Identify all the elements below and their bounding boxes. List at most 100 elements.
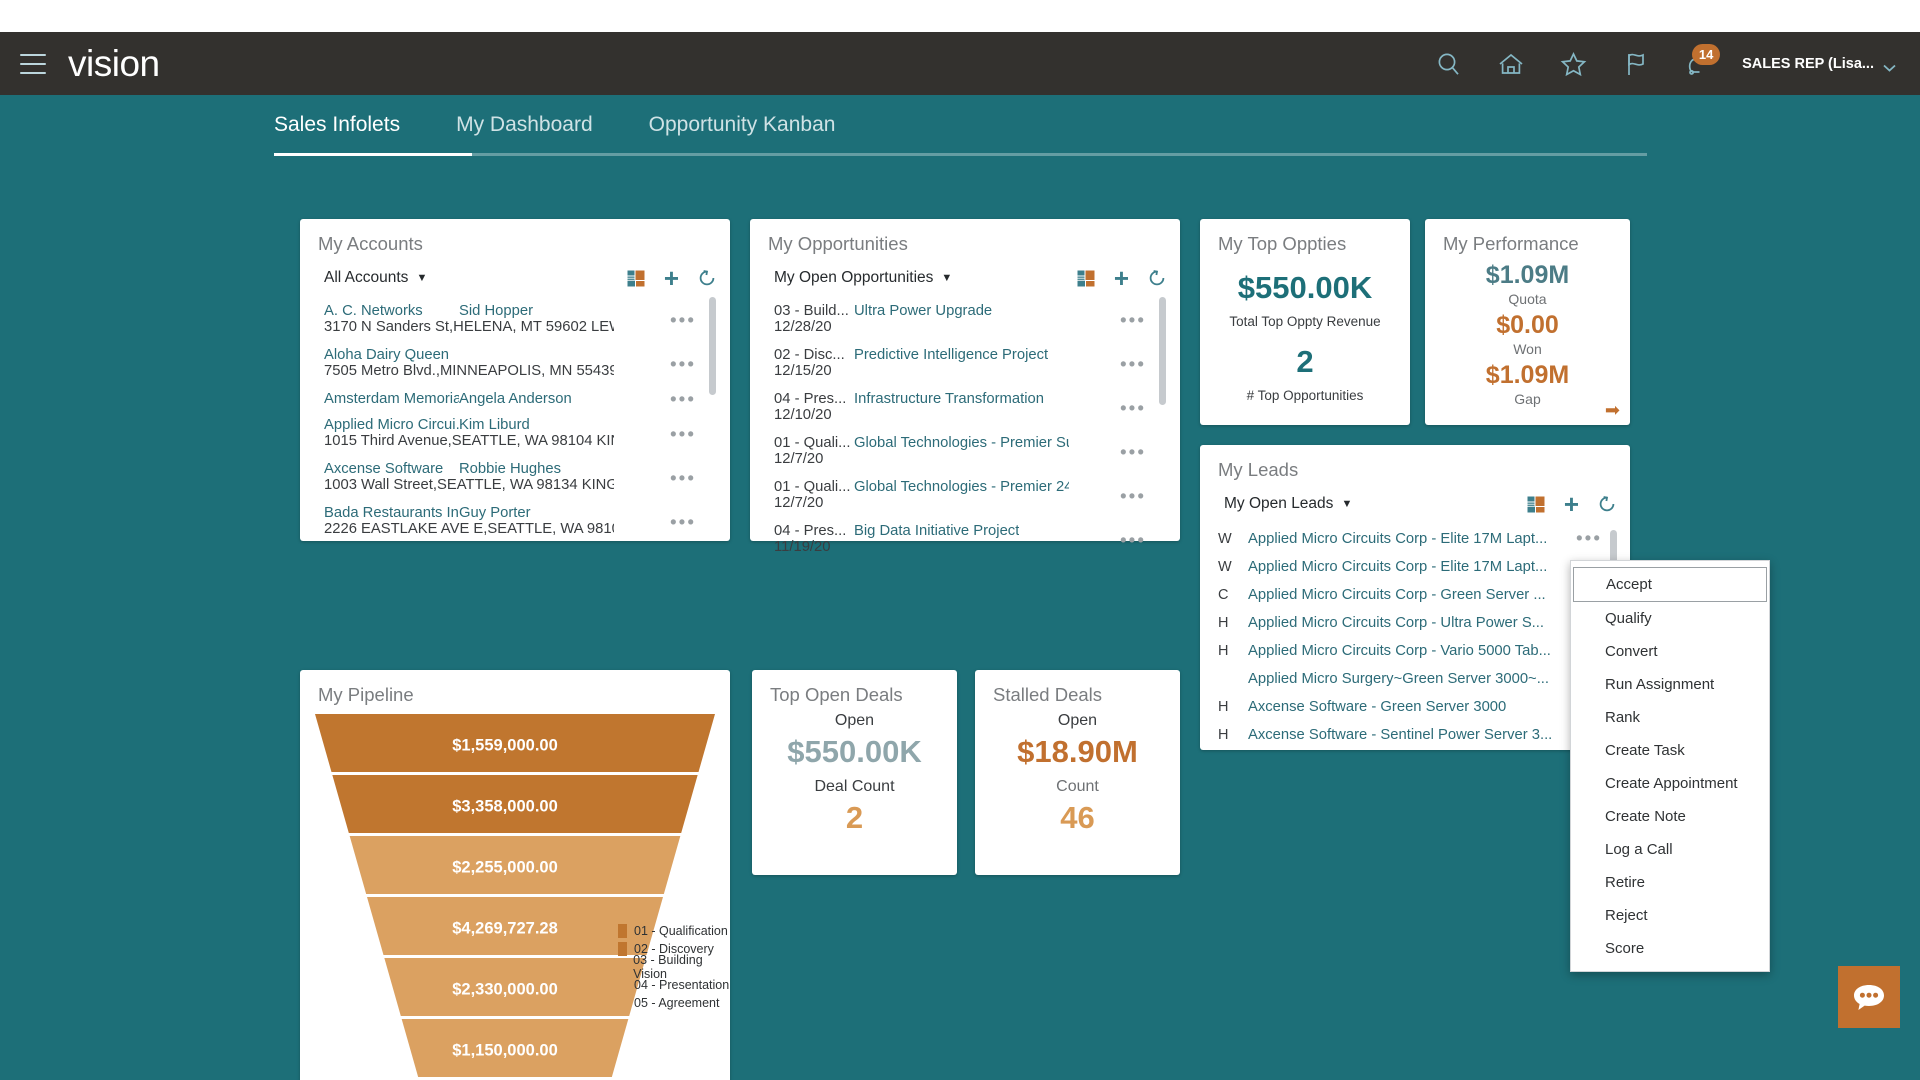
list-item[interactable]: HApplied Micro Circuits Corp - Vario 500… xyxy=(1200,637,1630,665)
brand-logo[interactable]: vision xyxy=(68,45,160,82)
list-item[interactable]: HApplied Micro Circuits Corp - Ultra Pow… xyxy=(1200,609,1630,637)
list-item[interactable]: HAxcense Software - Green Server 3000 xyxy=(1200,693,1630,721)
menu-item-create-appointment[interactable]: Create Appointment xyxy=(1571,767,1769,800)
refresh-icon[interactable] xyxy=(1598,495,1616,513)
list-item[interactable]: HAxcense Software - Sentinel Power Serve… xyxy=(1200,721,1630,749)
opportunity-name[interactable]: Ultra Power Upgrade xyxy=(854,303,992,319)
account-contact[interactable]: Kim Liburd xyxy=(459,417,530,433)
row-actions-icon[interactable]: ••• xyxy=(670,429,696,440)
opportunity-name[interactable]: Global Technologies - Premier 24/... xyxy=(854,479,1069,495)
menu-item-log-a-call[interactable]: Log a Call xyxy=(1571,833,1769,866)
table-row[interactable]: A. C. NetworksSid Hopper3170 N Sanders S… xyxy=(300,299,730,343)
my-performance-card[interactable]: My Performance $1.09M Quota $0.00 Won $1… xyxy=(1425,219,1630,425)
account-name[interactable]: Aloha Dairy Queen xyxy=(324,347,459,363)
row-actions-icon[interactable]: ••• xyxy=(1120,359,1146,370)
chat-bubble-icon[interactable] xyxy=(1838,966,1900,1028)
menu-item-rank[interactable]: Rank xyxy=(1571,701,1769,734)
account-name[interactable]: Applied Micro Circui... xyxy=(324,417,459,433)
table-row[interactable]: Applied Micro Circui...Kim Liburd1015 Th… xyxy=(300,413,730,457)
table-row[interactable]: Bada Restaurants IncGuy Porter2226 EASTL… xyxy=(300,501,730,545)
my-accounts-scrollbar[interactable] xyxy=(709,297,716,395)
table-row[interactable]: 04 - Pres...12/10/20Infrastructure Trans… xyxy=(750,387,1180,431)
notifications-icon[interactable]: 14 xyxy=(1666,32,1728,95)
lead-name[interactable]: Applied Micro Circuits Corp - Elite 17M … xyxy=(1248,531,1547,547)
lead-name[interactable]: Applied Micro Circuits Corp - Elite 17M … xyxy=(1248,559,1547,575)
lead-name[interactable]: Axcense Software - Sentinel Power Server… xyxy=(1248,727,1552,743)
add-icon[interactable]: + xyxy=(664,265,679,291)
list-item[interactable]: Applied Micro Surgery~Green Server 3000~… xyxy=(1200,665,1630,693)
my-top-oppties-card[interactable]: My Top Oppties $550.00K Total Top Oppty … xyxy=(1200,219,1410,425)
my-accounts-filter-select[interactable]: All Accounts ▼ xyxy=(324,269,427,287)
lead-name[interactable]: Applied Micro Circuits Corp - Vario 5000… xyxy=(1248,643,1551,659)
menu-item-accept[interactable]: Accept xyxy=(1573,567,1767,602)
my-leads-filter-select[interactable]: My Open Leads ▼ xyxy=(1224,495,1352,513)
legend-item[interactable]: 04 - Presentation xyxy=(618,978,730,992)
list-item[interactable]: CApplied Micro Circuits Corp - Green Ser… xyxy=(1200,581,1630,609)
menu-item-score[interactable]: Score xyxy=(1571,932,1769,965)
row-actions-icon[interactable]: ••• xyxy=(670,394,696,405)
row-actions-icon[interactable]: ••• xyxy=(670,359,696,370)
row-actions-icon[interactable]: ••• xyxy=(1576,533,1602,544)
table-row[interactable]: 02 - Disc...12/15/20Predictive Intellige… xyxy=(750,343,1180,387)
menu-item-convert[interactable]: Convert xyxy=(1571,635,1769,668)
lead-name[interactable]: Applied Micro Circuits Corp - Green Serv… xyxy=(1248,587,1546,603)
add-icon[interactable]: + xyxy=(1114,265,1129,291)
table-row[interactable]: Aloha Dairy Queen7505 Metro Blvd.,MINNEA… xyxy=(300,343,730,387)
row-actions-icon[interactable]: ••• xyxy=(1120,491,1146,502)
menu-item-create-task[interactable]: Create Task xyxy=(1571,734,1769,767)
account-name[interactable]: Bada Restaurants Inc xyxy=(324,505,459,521)
opportunity-name[interactable]: Infrastructure Transformation xyxy=(854,391,1044,407)
row-actions-icon[interactable]: ••• xyxy=(1120,535,1146,546)
legend-item[interactable]: 03 - Building Vision xyxy=(618,960,730,974)
top-open-deals-card[interactable]: Top Open Deals Open $550.00K Deal Count … xyxy=(752,670,957,875)
row-actions-icon[interactable]: ••• xyxy=(670,315,696,326)
table-row[interactable]: 03 - Build...12/28/20Ultra Power Upgrade… xyxy=(750,299,1180,343)
account-name[interactable]: A. C. Networks xyxy=(324,303,459,319)
refresh-icon[interactable] xyxy=(1148,269,1166,287)
opportunity-name[interactable]: Predictive Intelligence Project xyxy=(854,347,1048,363)
row-actions-icon[interactable]: ••• xyxy=(670,517,696,528)
menu-item-run-assignment[interactable]: Run Assignment xyxy=(1571,668,1769,701)
account-name[interactable]: Amsterdam Memorial xyxy=(324,391,459,407)
table-row[interactable]: Amsterdam MemorialAngela Anderson ••• xyxy=(300,387,730,413)
table-row[interactable]: 01 - Quali...12/7/20Global Technologies … xyxy=(750,475,1180,519)
stalled-deals-card[interactable]: Stalled Deals Open $18.90M Count 46 xyxy=(975,670,1180,875)
tab-my-dashboard[interactable]: My Dashboard xyxy=(456,113,593,153)
opportunity-name[interactable]: Global Technologies - Premier Su... xyxy=(854,435,1069,451)
add-icon[interactable]: + xyxy=(1564,491,1579,517)
table-row[interactable]: Axcense SoftwareRobbie Hughes1003 Wall S… xyxy=(300,457,730,501)
home-icon[interactable] xyxy=(1480,32,1542,95)
flag-icon[interactable] xyxy=(1604,32,1666,95)
account-contact[interactable]: Angela Anderson xyxy=(459,391,572,407)
refresh-icon[interactable] xyxy=(698,269,716,287)
account-contact[interactable]: Sid Hopper xyxy=(459,303,533,319)
lead-name[interactable]: Applied Micro Surgery~Green Server 3000~… xyxy=(1248,671,1549,687)
menu-item-qualify[interactable]: Qualify xyxy=(1571,602,1769,635)
row-actions-icon[interactable]: ••• xyxy=(1120,403,1146,414)
account-name[interactable]: Axcense Software xyxy=(324,461,459,477)
table-row[interactable]: 01 - Quali...12/7/20Global Technologies … xyxy=(750,431,1180,475)
legend-item[interactable]: 05 - Agreement xyxy=(618,996,730,1010)
account-contact[interactable]: Robbie Hughes xyxy=(459,461,561,477)
lead-name[interactable]: Applied Micro Circuits Corp - Ultra Powe… xyxy=(1248,615,1544,631)
menu-item-retire[interactable]: Retire xyxy=(1571,866,1769,899)
hamburger-icon[interactable] xyxy=(20,54,46,74)
table-row[interactable]: 04 - Pres...11/19/20Big Data Initiative … xyxy=(750,519,1180,563)
tab-sales-infolets[interactable]: Sales Infolets xyxy=(274,113,400,153)
arrow-right-icon[interactable]: ➡ xyxy=(1605,400,1620,421)
row-actions-icon[interactable]: ••• xyxy=(670,473,696,484)
table-view-icon[interactable] xyxy=(1077,270,1095,287)
star-icon[interactable] xyxy=(1542,32,1604,95)
table-view-icon[interactable] xyxy=(1527,496,1545,513)
search-icon[interactable] xyxy=(1418,32,1480,95)
table-view-icon[interactable] xyxy=(627,270,645,287)
pipeline-funnel-chart[interactable]: $1,559,000.00$3,358,000.00$2,255,000.00$… xyxy=(300,706,730,1080)
my-opportunities-filter-select[interactable]: My Open Opportunities ▼ xyxy=(774,269,952,287)
account-contact[interactable]: Guy Porter xyxy=(459,505,531,521)
opportunity-name[interactable]: Big Data Initiative Project xyxy=(854,523,1019,539)
user-menu-button[interactable]: SALES REP (Lisa... xyxy=(1742,56,1896,72)
menu-item-create-note[interactable]: Create Note xyxy=(1571,800,1769,833)
lead-name[interactable]: Axcense Software - Green Server 3000 xyxy=(1248,699,1506,715)
list-item[interactable]: WApplied Micro Circuits Corp - Elite 17M… xyxy=(1200,525,1630,553)
row-actions-icon[interactable]: ••• xyxy=(1120,315,1146,326)
